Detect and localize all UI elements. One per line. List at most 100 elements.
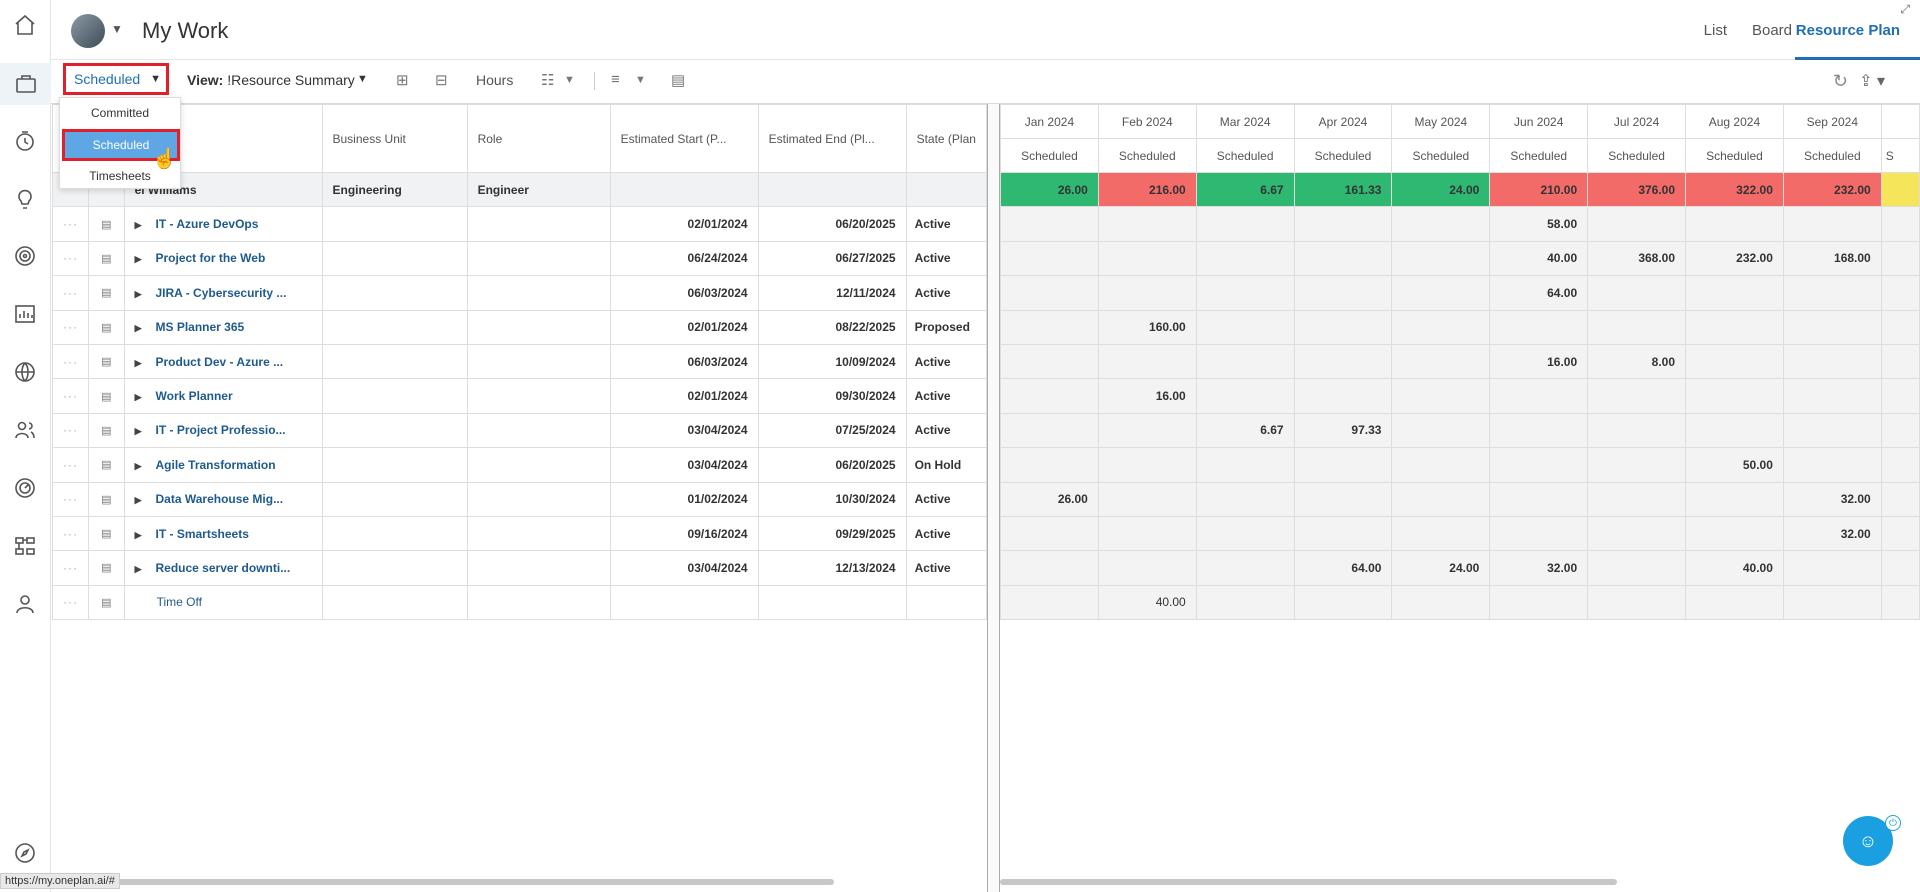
hours-cell[interactable]: 32.00: [1782, 481, 1882, 517]
hours-cell[interactable]: 40.00: [1685, 550, 1784, 586]
hours-cell[interactable]: [1195, 378, 1295, 414]
col-estimated-end[interactable]: Estimated End (Pl...: [757, 104, 907, 173]
pane-splitter[interactable]: [987, 104, 1000, 892]
hours-cell[interactable]: [1000, 309, 1099, 345]
total-cell[interactable]: 210.00: [1489, 171, 1589, 208]
total-cell[interactable]: 26.00: [1000, 171, 1099, 208]
table-row[interactable]: ··· ▤ ▶ Project for the Web 06/24/2024 06/27/…: [52, 240, 988, 277]
hours-cell[interactable]: 24.00: [1391, 550, 1491, 586]
hours-cell[interactable]: [1000, 378, 1099, 414]
report-icon[interactable]: ▤: [671, 71, 685, 89]
drag-handle-icon[interactable]: ···: [52, 275, 89, 311]
home-icon[interactable]: [12, 12, 38, 38]
hours-cell[interactable]: [1097, 343, 1197, 380]
table-row[interactable]: ··· ▤ ▶ JIRA - Cybersecurity ... 06/03/2024 1…: [52, 275, 988, 311]
hours-cell[interactable]: [1587, 275, 1687, 311]
hours-cell[interactable]: [1293, 584, 1393, 621]
col-business-unit[interactable]: Business Unit: [321, 104, 468, 173]
hours-cell[interactable]: [1880, 412, 1920, 449]
collapse-all-icon[interactable]: ⊟: [435, 71, 448, 89]
hours-cell[interactable]: [1880, 240, 1920, 277]
project-name[interactable]: ▶ IT - Project Professio...: [123, 412, 323, 449]
col-estimated-start[interactable]: Estimated Start (P...: [609, 104, 759, 173]
hours-cell[interactable]: [1293, 309, 1393, 345]
hours-cell[interactable]: [1293, 206, 1393, 242]
hours-cell[interactable]: [1880, 206, 1920, 242]
hours-cell[interactable]: [1685, 309, 1784, 345]
hours-cell[interactable]: [1097, 206, 1197, 242]
table-row[interactable]: ··· ▤ ▶ Product Dev - Azure ... 06/03/2024 10…: [52, 343, 988, 380]
chevron-down-icon[interactable]: ▼: [111, 22, 123, 36]
row-type-icon[interactable]: ▤: [88, 550, 125, 586]
timer-icon[interactable]: [12, 128, 38, 154]
hours-cell[interactable]: [1195, 206, 1295, 242]
chevron-down-icon[interactable]: ▼: [635, 74, 646, 86]
row-type-icon[interactable]: ▤: [88, 206, 125, 242]
briefcase-icon[interactable]: [0, 63, 51, 105]
lightbulb-icon[interactable]: [12, 186, 38, 212]
menu-item-committed[interactable]: Committed: [60, 98, 180, 128]
drag-handle-icon[interactable]: ···: [52, 412, 89, 449]
hours-cell[interactable]: [1880, 275, 1920, 311]
hours-cell[interactable]: 16.00: [1489, 343, 1589, 380]
hours-cell[interactable]: [1391, 343, 1491, 380]
hours-cell[interactable]: 368.00: [1587, 240, 1687, 277]
hours-cell[interactable]: 6.67: [1195, 412, 1295, 449]
hours-cell[interactable]: [1000, 275, 1099, 311]
drag-handle-icon[interactable]: ···: [52, 584, 89, 621]
hours-cell[interactable]: 160.00: [1097, 309, 1197, 345]
hours-cell[interactable]: [1195, 515, 1295, 552]
hours-cell[interactable]: [1195, 275, 1295, 311]
expand-all-icon[interactable]: ⊞: [396, 71, 409, 89]
compass-icon[interactable]: [12, 840, 38, 866]
row-type-icon[interactable]: ▤: [88, 447, 125, 483]
left-scrollbar[interactable]: [52, 879, 834, 885]
hierarchy-icon[interactable]: [12, 533, 38, 559]
hours-cell[interactable]: [1685, 206, 1784, 242]
drag-handle-icon[interactable]: ···: [52, 309, 89, 345]
chevron-down-icon[interactable]: ▼: [564, 74, 575, 86]
hours-cell[interactable]: [1097, 275, 1197, 311]
hours-cell[interactable]: [1489, 378, 1589, 414]
hours-cell[interactable]: [1293, 378, 1393, 414]
expand-triangle-icon[interactable]: ▶: [135, 289, 142, 299]
hours-cell[interactable]: [1489, 309, 1589, 345]
hours-cell[interactable]: [1097, 515, 1197, 552]
hours-cell[interactable]: [1782, 206, 1882, 242]
hours-cell[interactable]: [1587, 206, 1687, 242]
hours-cell[interactable]: [1000, 550, 1099, 586]
row-type-icon[interactable]: ▤: [88, 481, 125, 517]
drag-handle-icon[interactable]: ···: [52, 206, 89, 242]
hours-cell[interactable]: [1880, 447, 1920, 483]
expand-triangle-icon[interactable]: ▶: [135, 323, 142, 333]
hours-cell[interactable]: 32.00: [1782, 515, 1882, 552]
hours-cell[interactable]: [1685, 515, 1784, 552]
row-type-icon[interactable]: ▤: [88, 412, 125, 449]
hours-cell[interactable]: [1097, 550, 1197, 586]
total-cell[interactable]: 161.33: [1293, 171, 1393, 208]
power-icon[interactable]: ⏻: [1885, 815, 1901, 831]
project-name[interactable]: ▶ MS Planner 365: [123, 309, 323, 345]
hours-cell[interactable]: [1391, 378, 1491, 414]
table-row[interactable]: ··· ▤ ▶ Agile Transformation 03/04/2024 06/20…: [52, 447, 988, 483]
project-name[interactable]: ▶ Work Planner: [123, 378, 323, 414]
hours-cell[interactable]: [1489, 412, 1589, 449]
project-name[interactable]: ▶ JIRA - Cybersecurity ...: [123, 275, 323, 311]
hours-cell[interactable]: [1195, 447, 1295, 483]
hours-cell[interactable]: [1391, 584, 1491, 621]
total-cell[interactable]: 216.00: [1097, 171, 1197, 208]
export-icon[interactable]: ⇪ ▾: [1859, 71, 1885, 91]
expand-triangle-icon[interactable]: ▶: [135, 461, 142, 471]
hours-cell[interactable]: [1685, 378, 1784, 414]
hours-cell[interactable]: [1587, 447, 1687, 483]
hours-cell[interactable]: [1195, 550, 1295, 586]
hours-cell[interactable]: 8.00: [1587, 343, 1687, 380]
row-type-icon[interactable]: ▤: [88, 584, 125, 621]
people-icon[interactable]: [12, 417, 38, 443]
hours-cell[interactable]: [1000, 343, 1099, 380]
expand-triangle-icon[interactable]: ▶: [135, 495, 142, 505]
hours-cell[interactable]: [1000, 206, 1099, 242]
total-cell[interactable]: 376.00: [1587, 171, 1687, 208]
project-name[interactable]: ▶ Product Dev - Azure ...: [123, 343, 323, 380]
total-cell[interactable]: 24.00: [1391, 171, 1491, 208]
